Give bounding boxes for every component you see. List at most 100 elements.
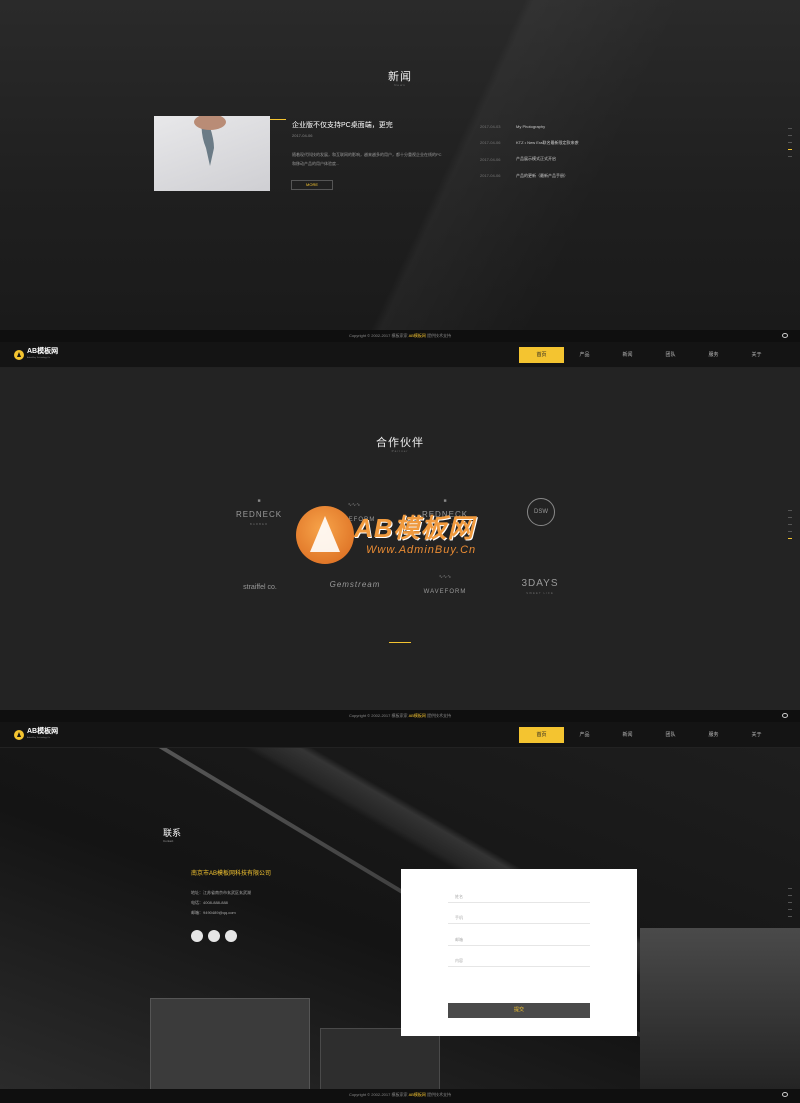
logo[interactable]: AB模板网 AdminBuy Technology Co. [14,728,59,741]
copyright-support: 提供技术支持 [427,1092,452,1097]
partners-accent-line [389,642,411,643]
nav-item-team[interactable]: 团队 [648,727,693,743]
section-pager [788,510,792,545]
nav-item-products[interactable]: 产品 [562,727,607,743]
news-feature-title[interactable]: 企业版不仅支持PC桌面端，更完 [292,120,393,130]
company-email: 邮箱：9490489@qq.com [191,910,236,915]
contact-form: 姓名 手机 邮箱 内容 提交 [401,869,637,1036]
partner-name: 3DAYS [521,578,559,589]
copyright-bar: Copyright © 2002-2017 模板家家 AB模板网 提供技术支持 [0,330,800,342]
copyright-support: 提供技术支持 [427,713,452,718]
nav-item-about[interactable]: 关于 [734,727,779,743]
nav-item-home[interactable]: 首页 [519,727,564,743]
partner-name: WAVEFORM [423,589,467,595]
pager-dot[interactable] [788,895,792,896]
pager-dot[interactable] [788,142,792,143]
news-more-button[interactable]: MORE [291,180,333,190]
name-field[interactable]: 姓名 [448,891,590,903]
list-item[interactable]: 2017-04-03 My Photography [480,118,610,135]
watermark-logo-icon [296,506,354,564]
pager-dot[interactable] [788,916,792,917]
section-pager [788,888,792,923]
news-feature-image[interactable] [154,114,270,191]
email-field[interactable]: 邮箱 [448,934,590,946]
partner-logo[interactable]: DSW [527,498,555,526]
contact-subheading: Contact [163,839,174,843]
nav-item-service[interactable]: 服务 [691,727,736,743]
news-feature-desc: 随着现代科技的发展，和互联网的影响，越来越多的用户，都十分重视企业在线的PC和移… [292,152,442,166]
logo[interactable]: AB模板网 AdminBuy Technology Co. [14,348,59,361]
pager-dot[interactable] [788,531,792,532]
logo-text: AB模板网 [27,728,59,735]
list-item-title: KTZ • New Era联名最新限定款来袭 [516,139,579,145]
weibo-icon[interactable] [191,930,203,942]
pager-dot[interactable] [788,517,792,518]
pager-dot[interactable] [788,888,792,889]
nav-item-service[interactable]: 服务 [691,347,736,363]
pager-dot-active[interactable] [788,538,792,539]
nav-item-news[interactable]: 新闻 [605,727,650,743]
company-address: 地址：江苏省南京市玄武区玄武湖 [191,890,251,895]
copyright-brand-link[interactable]: AB模板网 [409,333,426,338]
copyright-brand-link[interactable]: AB模板网 [409,1092,426,1097]
list-item-date: 2017-04-03 [480,123,501,129]
news-feature-accent [270,119,286,120]
pager-dot-active[interactable] [788,149,792,150]
list-item[interactable]: 2017-04-06 产品展示模式正式开启 [480,151,610,168]
section-pager [788,128,792,163]
pager-dot[interactable] [788,135,792,136]
nav-bar: AB模板网 AdminBuy Technology Co. 首页 产品 新闻 团队… [0,342,800,368]
chat-icon[interactable] [782,713,788,718]
copyright-bar: Copyright © 2002-2017 模板家家 AB模板网 提供技术支持 [0,710,800,722]
background-building [320,1028,440,1089]
partner-logo[interactable]: Gemstream [327,574,383,592]
pager-dot[interactable] [788,156,792,157]
chat-icon[interactable] [782,333,788,338]
partner-tag: BARBER [249,522,269,526]
pager-dot[interactable] [788,909,792,910]
news-heading: 新闻 [388,71,412,83]
chat-icon[interactable] [782,1092,788,1097]
partners-heading: 合作伙伴 [376,437,424,449]
pager-dot[interactable] [788,902,792,903]
partners-section: 合作伙伴 Partner ■ REDNECK BARBER ∿∿∿ WAVEFO… [0,368,800,710]
list-item[interactable]: 2017-04-06 KTZ • New Era联名最新限定款来袭 [480,135,610,152]
partner-name: Gemstream [329,580,381,589]
partner-name: straiffel co. [243,584,277,591]
nav-item-news[interactable]: 新闻 [605,347,650,363]
qq-icon[interactable] [208,930,220,942]
partner-logo[interactable]: straiffel co. [232,576,288,594]
phone-field[interactable]: 手机 [448,912,590,924]
wechat-icon[interactable] [225,930,237,942]
submit-button[interactable]: 提交 [448,1003,590,1018]
barber-chair-icon: ■ [443,498,447,504]
watermark: AB模板网 Www.AdminBuy.Cn [296,506,506,576]
list-item-date: 2017-04-06 [480,173,501,179]
message-field[interactable]: 内容 [448,955,590,967]
nav-item-home[interactable]: 首页 [519,347,564,363]
company-name: 南京市AB模板网科技有限公司 [191,871,272,877]
copyright-bar: Copyright © 2002-2017 模板家家 AB模板网 提供技术支持 [0,1089,800,1103]
logo-text: AB模板网 [27,348,59,355]
list-item[interactable]: 2017-04-06 产品的更新（最新产品手册） [480,168,610,185]
nav-item-about[interactable]: 关于 [734,347,779,363]
partner-logo[interactable]: 3DAYS SWEET LIFE [515,573,565,595]
background-building [150,998,310,1089]
nav-item-team[interactable]: 团队 [648,347,693,363]
list-item-title: My Photography [516,123,546,129]
barber-chair-icon: ■ [257,498,261,504]
partner-logo[interactable]: ∿∿∿ WAVEFORM [420,574,470,598]
partner-logo[interactable]: ■ REDNECK BARBER [234,498,284,526]
pager-dot[interactable] [788,524,792,525]
pager-dot[interactable] [788,510,792,511]
list-item-date: 2017-04-06 [480,140,501,146]
news-feature-date: 2017-04-06 [292,133,313,138]
partner-name: REDNECK [235,510,283,519]
news-section: 新闻 News 企业版不仅支持PC桌面端，更完 2017-04-06 随着现代科… [0,0,800,330]
copyright-text: Copyright © 2002-2017 模板家家 [348,333,408,338]
nav-item-products[interactable]: 产品 [562,347,607,363]
contact-heading: 联系 [163,828,182,838]
nav-menu: 首页 产品 新闻 团队 服务 关于 [519,727,777,743]
pager-dot[interactable] [788,128,792,129]
copyright-brand-link[interactable]: AB模板网 [409,713,426,718]
